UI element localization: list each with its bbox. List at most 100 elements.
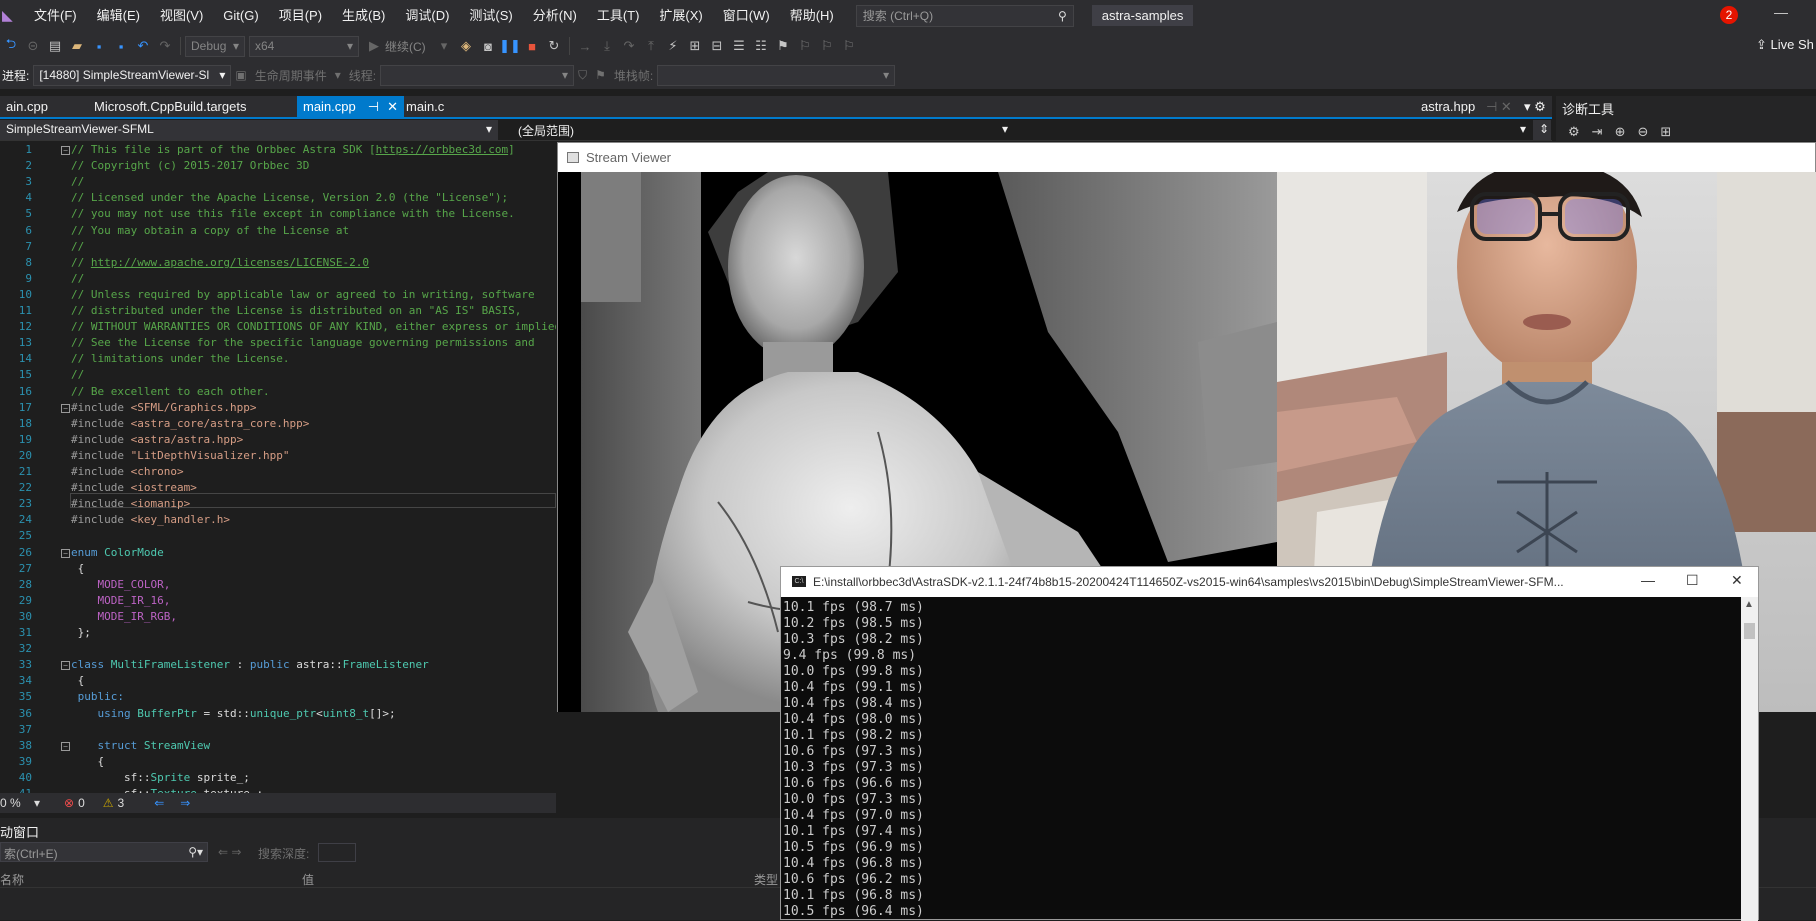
member-dropdown[interactable]: ▾ [1018,120,1532,140]
clear-bookmarks-icon[interactable]: ⚐ [838,35,860,57]
pause-icon[interactable]: ❚❚ [499,35,521,57]
search-depth-dropdown[interactable] [318,843,356,862]
menu-item-3[interactable]: Git(G) [213,0,268,31]
live-share-button[interactable]: ⇪ Live Sh [1756,37,1814,53]
column-value[interactable]: 值 [302,871,314,888]
thread-dropdown[interactable]: ▾ [380,64,575,86]
split-icon[interactable]: ⇕ [1533,120,1551,140]
menu-item-6[interactable]: 调试(D) [395,0,459,31]
forward-icon[interactable]: ⊝ [22,35,44,57]
attach-icon[interactable]: ◈ [455,35,477,57]
menu-item-1[interactable]: 编辑(E) [87,0,150,31]
maximize-button[interactable]: ☐ [1686,572,1699,589]
filter-icon[interactable]: ⛉ [574,68,591,83]
fold-toggle-icon[interactable]: − [61,146,70,155]
nav-back-icon[interactable]: ⇐ [154,796,164,810]
settings-icon[interactable]: ⚙ [1568,124,1592,139]
error-icon[interactable]: ⊗ [64,796,74,810]
minimize-button[interactable]: — [1641,572,1655,588]
stop-icon[interactable]: ■ [521,35,543,57]
project-dropdown[interactable]: SimpleStreamViewer-SFML ▾ [0,120,498,140]
pin-icon[interactable]: ⊣ ✕ [1480,96,1518,117]
show-next-statement-icon[interactable]: → [574,35,596,57]
menu-item-2[interactable]: 视图(V) [150,0,213,31]
tab-cppbuild-targets[interactable]: Microsoft.CppBuild.targets [88,96,252,117]
restart-icon[interactable]: ↻ [543,35,565,57]
tab-overflow-icon[interactable]: ▾ ⚙ [1518,96,1552,117]
bookmark-icon[interactable]: ⚑ [772,35,794,57]
continue-play-icon[interactable]: ▶ [363,35,385,57]
prev-bookmark-icon[interactable]: ⚐ [794,35,816,57]
screenshot-icon[interactable]: ◙ [477,35,499,57]
lifecycle-events-dropdown[interactable]: 生命周期事件 [251,67,331,84]
open-file-icon[interactable]: ▰ [66,35,88,57]
close-icon[interactable]: ✕ [387,99,398,114]
step-over-icon[interactable]: ↷ [618,35,640,57]
tab-main-cpp-active[interactable]: main.cpp ⊣ ✕ [297,96,404,117]
tab-astra-hpp[interactable]: astra.hpp [1415,96,1481,117]
reset-zoom-icon[interactable]: ⊞ [1660,124,1683,139]
fold-toggle-icon[interactable]: − [61,548,70,558]
comment-icon[interactable]: ☷ [750,35,772,57]
scroll-up-icon[interactable]: ▲ [1744,599,1754,610]
search-box[interactable]: 搜索 (Ctrl+Q) ⚲ [855,4,1074,27]
save-icon[interactable]: ▪ [88,35,110,57]
visual-studio-logo-icon[interactable]: ◣ [2,7,16,25]
zoom-out-icon[interactable]: ⊖ [1637,124,1660,139]
menu-item-5[interactable]: 生成(B) [332,0,395,31]
scroll-thumb[interactable] [1744,623,1755,639]
save-all-icon[interactable]: ▪ [110,35,132,57]
pin-icon[interactable]: ⊣ [368,99,379,114]
stream-viewer-titlebar[interactable]: Stream Viewer [558,143,1815,172]
minimize-button[interactable]: — [1774,4,1788,20]
menu-item-7[interactable]: 测试(S) [459,0,522,31]
lifecycle-icon[interactable]: ▣ [231,68,250,82]
breakpoint-icon[interactable]: ⊞ [684,35,706,57]
tab-main-c[interactable]: main.c [400,96,450,117]
menu-item-9[interactable]: 工具(T) [587,0,650,31]
menu-item-12[interactable]: 帮助(H) [780,0,844,31]
scope-dropdown[interactable]: (全局范围) ▾ [512,120,1014,140]
fold-toggle-icon[interactable]: − [61,661,70,671]
console-scrollbar[interactable]: ▲ [1741,597,1758,921]
menu-item-8[interactable]: 分析(N) [523,0,587,31]
flag-icon[interactable]: ⚑ [591,68,610,82]
configuration-dropdown[interactable]: Debug ▾ [185,35,245,57]
export-icon[interactable]: ⇥ [1592,124,1615,139]
fold-toggle-icon[interactable]: − [61,403,70,413]
toggle-icon[interactable]: ⊟ [706,35,728,57]
fold-toggle-icon[interactable]: − [61,741,70,751]
step-into-icon[interactable]: ⤓ [596,35,618,57]
redo-icon[interactable]: ↷ [154,35,176,57]
next-bookmark-icon[interactable]: ⚐ [816,35,838,57]
chevron-down-icon[interactable]: ▾ [433,35,455,57]
notification-badge[interactable]: 2 [1720,6,1738,24]
code-editor[interactable]: 1−// This file is part of the Orbbec Ast… [0,141,556,793]
tab-main-cpp-left[interactable]: ain.cpp [0,96,54,117]
column-type[interactable]: 类型 [754,871,778,888]
nav-arrows-icon[interactable]: ⇐ ⇒ [218,845,241,859]
zoom-in-icon[interactable]: ⊕ [1615,124,1638,139]
back-icon[interactable]: ⮌ [0,35,22,57]
menu-item-10[interactable]: 扩展(X) [649,0,712,31]
menu-item-11[interactable]: 窗口(W) [713,0,780,31]
stack-frame-dropdown[interactable]: ▾ [657,64,896,86]
close-button[interactable]: ✕ [1731,572,1743,589]
chevron-down-icon[interactable]: ▾ [34,796,64,810]
console-window[interactable]: C:\ E:\install\orbbec3d\AstraSDK-v2.1.1-… [780,566,1759,921]
column-name[interactable]: 名称 [0,871,24,888]
hot-reload-icon[interactable]: ⚡ [662,35,684,57]
nav-forward-icon[interactable]: ⇒ [180,796,190,810]
process-dropdown[interactable]: [14880] SimpleStreamViewer-Sl ▾ [33,64,232,86]
console-titlebar[interactable]: C:\ E:\install\orbbec3d\AstraSDK-v2.1.1-… [781,567,1758,597]
step-out-icon[interactable]: ⤒ [640,35,662,57]
menu-item-4[interactable]: 项目(P) [269,0,332,31]
new-project-icon[interactable]: ▤ [44,35,66,57]
continue-button[interactable]: 继续(C) [385,38,433,55]
menu-item-0[interactable]: 文件(F) [24,0,87,31]
undo-icon[interactable]: ↶ [132,35,154,57]
warning-icon[interactable]: ⚠ [103,796,114,810]
platform-dropdown[interactable]: x64 ▾ [249,35,359,57]
zoom-level[interactable]: 0 % [0,796,34,810]
autos-search-input[interactable]: 索(Ctrl+E) ⚲▾ [0,842,208,862]
